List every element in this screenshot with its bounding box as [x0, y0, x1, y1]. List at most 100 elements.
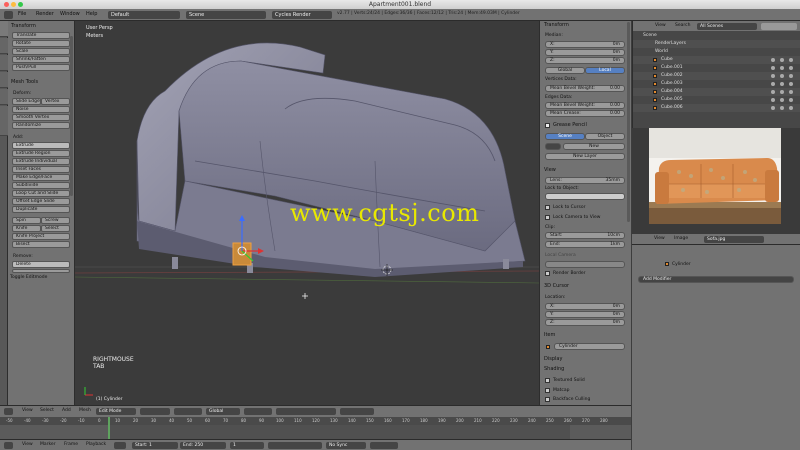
tool-shelf-scrollbar[interactable] [70, 36, 73, 196]
image-name-field[interactable]: Sofa.jpg [704, 236, 764, 243]
randomize-button[interactable]: Randomize [12, 122, 70, 129]
bisect-button[interactable]: Bisect [12, 241, 70, 248]
eye-icon[interactable] [771, 58, 775, 62]
translate-button[interactable]: Translate [12, 32, 70, 39]
mean-bevel-weight-vert-field[interactable]: Mean Bevel Weight: 0.00 [545, 85, 625, 92]
editor-type-icon[interactable] [4, 11, 13, 19]
cursor-x-field[interactable]: X: 0m [545, 303, 625, 310]
rotate-button[interactable]: Rotate [12, 40, 70, 47]
view-panel-header[interactable]: View [544, 167, 556, 173]
scale-button[interactable]: Scale [12, 48, 70, 55]
cursor-y-field[interactable]: Y: 0m [545, 311, 625, 318]
camera-icon[interactable] [789, 98, 793, 102]
lens-field[interactable]: Lens: 35mm [545, 177, 625, 184]
display-panel-header[interactable]: Display [544, 356, 562, 362]
menu-view[interactable]: View [22, 408, 33, 413]
scene-selector[interactable]: Scene [186, 11, 266, 19]
cursor-icon[interactable] [780, 82, 784, 86]
shading-panel-header[interactable]: Shading [544, 366, 564, 372]
knife-select-button[interactable]: Select [41, 225, 70, 232]
eye-icon[interactable] [771, 106, 775, 110]
image-editor[interactable] [632, 128, 800, 234]
eye-icon[interactable] [771, 98, 775, 102]
toggle-editmode-label[interactable]: Toggle Editmode [10, 275, 47, 280]
playback-controls[interactable] [268, 442, 322, 449]
outliner-row[interactable]: RenderLayers [633, 40, 800, 48]
playhead[interactable] [108, 417, 110, 439]
current-frame-field[interactable]: 1 [230, 442, 264, 449]
push-pull-button[interactable]: Push/Pull [12, 64, 70, 71]
menu-render[interactable]: Render [36, 11, 54, 17]
eye-icon[interactable] [771, 90, 775, 94]
outliner-row[interactable]: Cube.002 [633, 72, 800, 80]
cursor-z-field[interactable]: Z: 0m [545, 319, 625, 326]
render-border-checkbox[interactable] [545, 271, 550, 276]
n-panel-scrollbar[interactable] [627, 22, 630, 222]
grease-pencil-header[interactable]: Grease Pencil [553, 122, 587, 128]
delete-dropdown[interactable]: Delete [12, 261, 70, 268]
knife-project-button[interactable]: Knife Project [12, 233, 70, 240]
eye-icon[interactable] [771, 74, 775, 78]
item-name-field[interactable]: Cylinder [554, 343, 625, 350]
timeline-view-menu[interactable]: View [22, 442, 33, 447]
timeline-marker-menu[interactable]: Marker [40, 442, 56, 447]
end-frame-field[interactable]: End: 250 [180, 442, 226, 449]
record-button[interactable] [114, 442, 126, 449]
outliner-row[interactable]: Cube.006 [633, 104, 800, 112]
cursor-icon[interactable] [780, 74, 784, 78]
outliner-row[interactable]: Cube [633, 56, 800, 64]
extrude-region-button[interactable]: Extrude Region [12, 150, 70, 157]
mode-selector[interactable]: Edit Mode [96, 408, 136, 415]
transform-section-header[interactable]: Transform [11, 23, 36, 29]
start-frame-field[interactable]: Start: 1 [132, 442, 178, 449]
mean-crease-field[interactable]: Mean Crease: 0.00 [545, 110, 625, 117]
select-mode-buttons[interactable] [244, 408, 272, 415]
snap-buttons[interactable] [340, 408, 374, 415]
outliner-row[interactable]: Scene [633, 32, 800, 40]
shading-selector[interactable] [140, 408, 170, 415]
clip-start-field[interactable]: Start: 10cm [545, 232, 625, 239]
maximize-window-button[interactable] [18, 2, 23, 7]
median-y-field[interactable]: Y: 0m [545, 49, 625, 56]
mean-bevel-weight-edge-field[interactable]: Mean Bevel Weight: 0.00 [545, 102, 625, 109]
editor-type-icon[interactable] [4, 442, 13, 449]
extrude-dropdown[interactable]: Extrude [12, 142, 70, 149]
minimize-window-button[interactable] [11, 2, 16, 7]
cursor-icon[interactable] [780, 106, 784, 110]
median-z-field[interactable]: Z: 0m [545, 57, 625, 64]
menu-mesh[interactable]: Mesh [79, 408, 91, 413]
clip-end-field[interactable]: End: 1km [545, 241, 625, 248]
cursor-icon[interactable] [780, 90, 784, 94]
offset-edge-slide-button[interactable]: Offset Edge Slide [12, 198, 70, 205]
menu-window[interactable]: Window [60, 11, 80, 17]
timeline-playback-menu[interactable]: Playback [86, 442, 106, 447]
image-view-menu[interactable]: View [654, 236, 665, 241]
eye-icon[interactable] [771, 66, 775, 70]
inset-faces-button[interactable]: Inset Faces [12, 166, 70, 173]
new-pencil-button[interactable]: New [563, 143, 625, 150]
3d-viewport[interactable]: User Persp Meters www.cgtsj.com RIGHTMOU… [75, 21, 539, 405]
tab-relations[interactable] [0, 55, 8, 71]
camera-icon[interactable] [789, 66, 793, 70]
noise-button[interactable]: Noise [12, 106, 70, 113]
timeline-frame-menu[interactable]: Frame [64, 442, 78, 447]
lock-camera-checkbox[interactable] [545, 215, 550, 220]
layout-selector[interactable]: Default [108, 11, 180, 19]
tab-grease-pencil[interactable] [0, 106, 8, 136]
backface-culling-checkbox[interactable] [545, 397, 550, 402]
grease-scene-button[interactable]: Scene [545, 133, 585, 140]
tab-animation[interactable] [0, 72, 8, 88]
cursor-icon[interactable] [780, 66, 784, 70]
outliner-search-menu[interactable]: Search [675, 23, 690, 28]
menu-file[interactable]: File [18, 11, 26, 17]
merge-button[interactable] [12, 269, 70, 273]
grease-pencil-checkbox[interactable] [545, 123, 550, 128]
camera-icon[interactable] [789, 74, 793, 78]
tab-physics[interactable] [0, 89, 8, 105]
pivot-selector[interactable] [174, 408, 202, 415]
eye-icon[interactable] [771, 82, 775, 86]
subdivide-button[interactable]: Subdivide [12, 182, 70, 189]
outliner-row[interactable]: Cube.004 [633, 88, 800, 96]
3d-cursor-header[interactable]: 3D Cursor [544, 283, 569, 289]
lock-object-field[interactable] [545, 193, 625, 200]
